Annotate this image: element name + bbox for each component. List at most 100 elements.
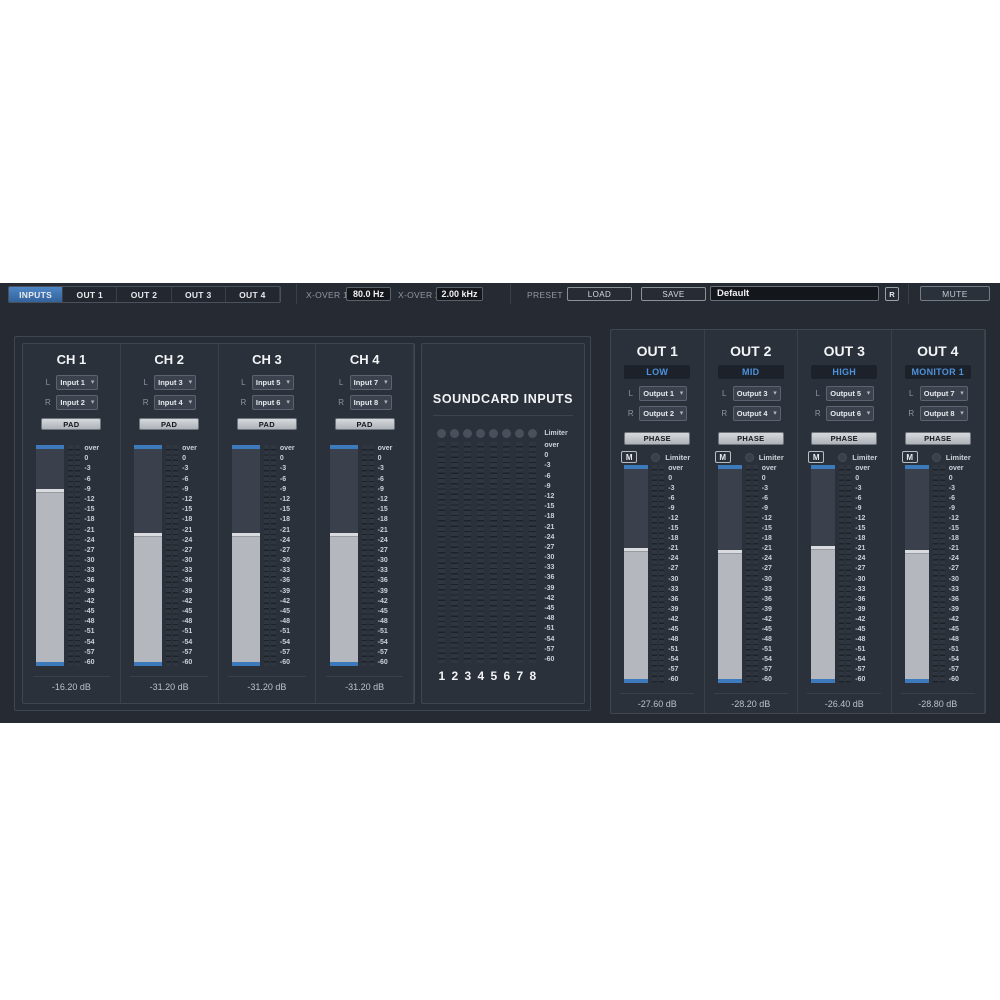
tab[interactable]: OUT 3 bbox=[172, 287, 226, 302]
restore-button[interactable]: R bbox=[885, 287, 899, 301]
input-select-left[interactable]: Input 1 ▾ bbox=[56, 375, 98, 390]
gain-fader[interactable] bbox=[36, 445, 64, 666]
input-select-right[interactable]: Input 4 ▾ bbox=[154, 395, 196, 410]
chevron-down-icon: ▾ bbox=[960, 410, 964, 417]
xover2-field[interactable]: 2.00 kHz bbox=[436, 287, 483, 301]
mute-button[interactable]: MUTE bbox=[920, 286, 990, 301]
fader-thumb[interactable] bbox=[811, 546, 835, 683]
level-meters bbox=[839, 465, 851, 683]
meter-scale: over0-3-6-9-12-15-18-21-24-27-30-33-36-3… bbox=[182, 445, 204, 666]
input-select-right[interactable]: Input 6 ▾ bbox=[252, 395, 294, 410]
gain-fader[interactable] bbox=[905, 465, 929, 683]
input-select-left[interactable]: Input 5 ▾ bbox=[252, 375, 294, 390]
input-channel-strip: CH 4 L Input 7 ▾ R Input 8 bbox=[316, 344, 414, 703]
meter-scale: over0-3-6-9-12-15-18-21-24-27-30-33-36-3… bbox=[949, 465, 971, 683]
gain-fader[interactable] bbox=[624, 465, 648, 683]
fader-thumb[interactable] bbox=[330, 533, 358, 666]
pad-button[interactable]: PAD bbox=[237, 418, 297, 430]
output-select-left[interactable]: Output 5 ▾ bbox=[826, 386, 874, 401]
limiter-led bbox=[745, 453, 754, 462]
outputs-panel: OUT 1 LOW L Output 1 ▾ R Output 2 ▾ bbox=[610, 329, 986, 714]
limiter-led bbox=[502, 429, 511, 438]
fader-thumb[interactable] bbox=[718, 550, 742, 683]
mute-limiter-row: M Limiter bbox=[808, 451, 880, 463]
tab[interactable]: OUT 2 bbox=[117, 287, 171, 302]
vu-meter bbox=[451, 442, 458, 663]
xover1-field[interactable]: 80.0 Hz bbox=[346, 287, 391, 301]
tab-label: OUT 1 bbox=[77, 290, 104, 300]
vu-meter-left bbox=[362, 445, 367, 666]
output-select-left[interactable]: Output 1 ▾ bbox=[639, 386, 687, 401]
fader-top-cap bbox=[232, 445, 260, 449]
channel-title: CH 4 bbox=[350, 352, 380, 368]
fader-top-cap bbox=[718, 465, 742, 469]
load-button[interactable]: LOAD bbox=[567, 287, 632, 301]
channel-mute-button[interactable]: M bbox=[808, 451, 824, 463]
chevron-down-icon: ▾ bbox=[286, 379, 290, 386]
gain-fader[interactable] bbox=[330, 445, 358, 666]
gain-fader[interactable] bbox=[134, 445, 162, 666]
limiter-led bbox=[476, 429, 485, 438]
limiter-label: Limiter bbox=[665, 453, 690, 462]
input-select-left[interactable]: Input 3 ▾ bbox=[154, 375, 196, 390]
output-select-left[interactable]: Output 3 ▾ bbox=[733, 386, 781, 401]
meter-scale: over0-3-6-9-12-15-18-21-24-27-30-33-36-3… bbox=[762, 465, 784, 683]
fader-top-cap bbox=[905, 465, 929, 469]
output-select-left[interactable]: Output 7 ▾ bbox=[920, 386, 968, 401]
limiter-led bbox=[838, 453, 847, 462]
output-select-right[interactable]: Output 8 ▾ bbox=[920, 406, 968, 421]
fader-thumb[interactable] bbox=[905, 550, 929, 683]
fader-thumb[interactable] bbox=[36, 489, 64, 666]
left-channel-label: L bbox=[44, 378, 51, 387]
output-select-right[interactable]: Output 4 ▾ bbox=[733, 406, 781, 421]
preset-name-field[interactable]: Default bbox=[710, 286, 879, 301]
limiter-led bbox=[651, 453, 660, 462]
limiter-led bbox=[528, 429, 537, 438]
channel-mute-button[interactable]: M bbox=[621, 451, 637, 463]
pad-button[interactable]: PAD bbox=[41, 418, 101, 430]
phase-button[interactable]: PHASE bbox=[624, 432, 690, 445]
phase-button[interactable]: PHASE bbox=[811, 432, 877, 445]
left-channel-label: L bbox=[240, 378, 247, 387]
tab[interactable]: OUT 4 bbox=[226, 287, 280, 302]
vu-meter bbox=[464, 442, 471, 663]
level-meters bbox=[166, 445, 178, 666]
input-select-left[interactable]: Input 7 ▾ bbox=[350, 375, 392, 390]
output-select-left-value: Output 3 bbox=[737, 389, 768, 398]
chevron-down-icon: ▾ bbox=[384, 399, 388, 406]
fader-thumb[interactable] bbox=[134, 533, 162, 666]
output-select-right[interactable]: Output 6 ▾ bbox=[826, 406, 874, 421]
gain-fader[interactable] bbox=[232, 445, 260, 666]
gain-fader[interactable] bbox=[718, 465, 742, 683]
limiter-led bbox=[932, 453, 941, 462]
vu-meter-right bbox=[940, 465, 945, 683]
input-channel-strip: CH 2 L Input 3 ▾ R Input 4 bbox=[121, 344, 219, 703]
vu-meter-right bbox=[846, 465, 851, 683]
phase-button[interactable]: PHASE bbox=[718, 432, 784, 445]
toolbar-divider bbox=[908, 284, 909, 304]
left-channel-label: L bbox=[908, 389, 915, 398]
tab[interactable]: INPUTS bbox=[9, 287, 63, 302]
input-select-right[interactable]: Input 2 ▾ bbox=[56, 395, 98, 410]
fader-thumb[interactable] bbox=[232, 533, 260, 666]
fader-thumb[interactable] bbox=[624, 548, 648, 683]
phase-button[interactable]: PHASE bbox=[905, 432, 971, 445]
soundcard-channel: 3 bbox=[464, 429, 471, 683]
gain-readout: -26.40 dB bbox=[825, 699, 864, 709]
input-select-right[interactable]: Input 8 ▾ bbox=[350, 395, 392, 410]
tab[interactable]: OUT 1 bbox=[63, 287, 117, 302]
fader-bottom-cap bbox=[36, 662, 64, 666]
output-select-right[interactable]: Output 2 ▾ bbox=[639, 406, 687, 421]
input-select-left-value: Input 1 bbox=[60, 378, 85, 387]
output-select-right-value: Output 2 bbox=[643, 409, 674, 418]
readout-divider bbox=[620, 693, 694, 694]
output-select-right-value: Output 4 bbox=[737, 409, 768, 418]
gain-fader[interactable] bbox=[811, 465, 835, 683]
pad-button[interactable]: PAD bbox=[139, 418, 199, 430]
channel-mute-button[interactable]: M bbox=[902, 451, 918, 463]
fader-bottom-cap bbox=[718, 679, 742, 683]
vu-meter bbox=[516, 442, 523, 663]
channel-mute-button[interactable]: M bbox=[715, 451, 731, 463]
pad-button[interactable]: PAD bbox=[335, 418, 395, 430]
save-button[interactable]: SAVE bbox=[641, 287, 706, 301]
